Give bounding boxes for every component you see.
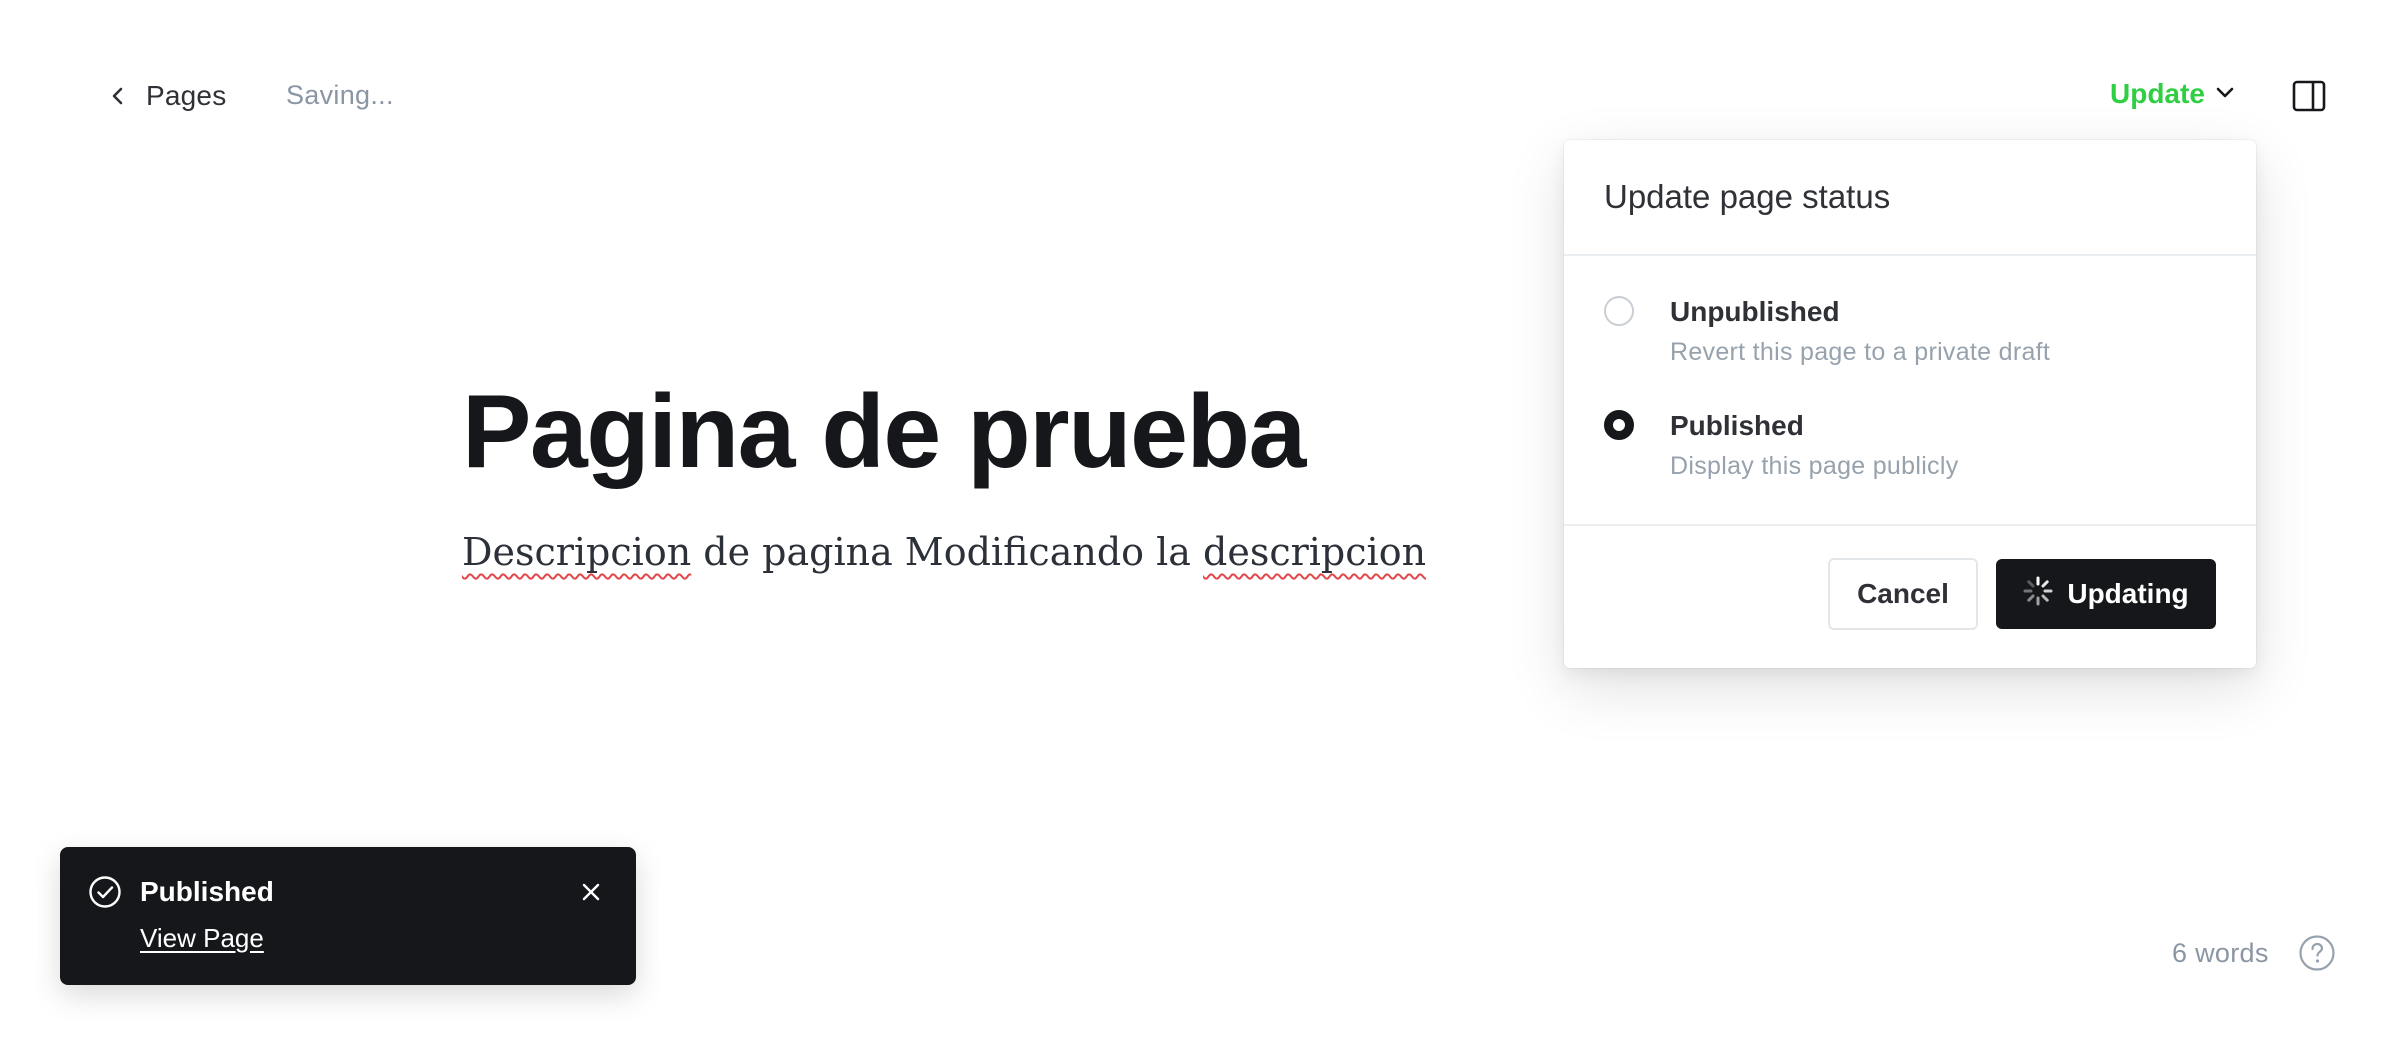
option-text: Unpublished Revert this page to a privat…: [1670, 294, 2050, 367]
published-toast: Published View Page: [60, 847, 636, 985]
update-label: Update: [2110, 78, 2205, 109]
help-icon[interactable]: [2298, 934, 2336, 972]
chevron-left-icon: [108, 82, 128, 110]
cancel-button[interactable]: Cancel: [1828, 558, 1978, 630]
close-icon[interactable]: [578, 879, 604, 905]
view-page-link[interactable]: View Page: [140, 923, 264, 954]
back-label: Pages: [146, 80, 227, 111]
option-label: Unpublished: [1670, 296, 1840, 327]
popover-title: Update page status: [1604, 178, 1891, 215]
page-title[interactable]: Pagina de prueba: [462, 380, 1562, 484]
update-dropdown-button[interactable]: Update: [2110, 78, 2235, 110]
updating-label: Updating: [2067, 578, 2189, 609]
option-text: Published Display this page publicly: [1670, 408, 1959, 481]
back-to-pages-link[interactable]: Pages: [108, 74, 226, 118]
description-text: de pagina Modificando la: [691, 530, 1204, 574]
option-description: Display this page publicly: [1670, 452, 1959, 480]
popover-divider: [1564, 524, 2256, 526]
save-status: Saving...: [286, 80, 394, 110]
update-status-popover: Update page status Unpublished Revert th…: [1564, 140, 2256, 668]
sidebar-toggle-icon[interactable]: [2292, 80, 2326, 112]
updating-button[interactable]: Updating: [1996, 559, 2216, 629]
unpublished-radio[interactable]: [1604, 296, 1634, 326]
option-published[interactable]: Published Display this page publicly: [1604, 408, 1959, 481]
check-circle-icon: [88, 875, 122, 909]
option-description: Revert this page to a private draft: [1670, 338, 2051, 366]
misspelled-word: descripcion: [1203, 530, 1427, 574]
published-radio[interactable]: [1604, 410, 1634, 440]
popover-header: Update page status: [1564, 140, 2256, 256]
toast-title: Published: [140, 876, 274, 907]
editor-area: Pagina de prueba Descripcion de pagina M…: [462, 380, 1562, 576]
option-unpublished[interactable]: Unpublished Revert this page to a privat…: [1604, 294, 2050, 367]
spinner-icon: [2023, 576, 2053, 613]
misspelled-word: Descripcion: [462, 530, 692, 574]
chevron-down-icon: [2215, 85, 2235, 104]
word-count: 6 words: [2172, 938, 2269, 968]
page-description[interactable]: Descripcion de pagina Modificando la des…: [462, 530, 1562, 576]
option-label: Published: [1670, 410, 1804, 441]
